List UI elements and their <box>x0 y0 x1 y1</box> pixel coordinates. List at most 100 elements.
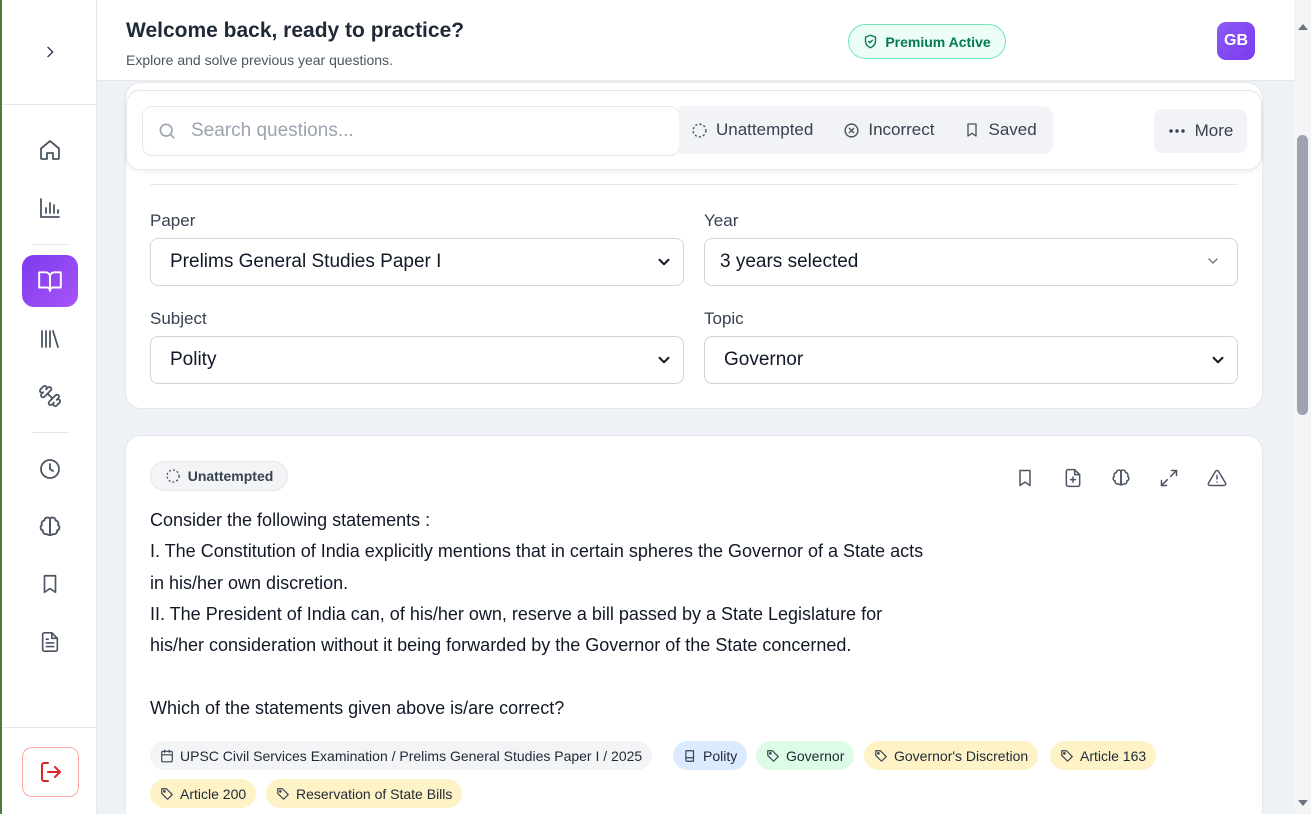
filter-saved-label: Saved <box>988 120 1037 139</box>
tag-icon <box>161 787 173 800</box>
question-text: Consider the following statements : I. T… <box>150 505 1010 724</box>
search-box[interactable] <box>142 106 680 156</box>
clock-icon <box>40 459 60 479</box>
source-tag-label: UPSC Civil Services Examination / Prelim… <box>180 747 643 764</box>
add-note-button[interactable] <box>1063 468 1085 490</box>
keyword-tag-label: Reservation of State Bills <box>296 785 453 802</box>
filter-unattempted-label: Unattempted <box>716 120 814 139</box>
sidebar-item-saved[interactable] <box>22 558 78 610</box>
premium-label: Premium Active <box>885 33 991 50</box>
keyword-tag[interactable]: Reservation of State Bills <box>266 779 463 808</box>
avatar[interactable]: GB <box>1217 22 1255 60</box>
bookmark-question-button[interactable] <box>1015 468 1037 490</box>
dashed-circle-icon <box>692 122 707 138</box>
page-scrollbar[interactable] <box>1294 0 1311 814</box>
home-icon <box>40 140 60 160</box>
search-toolbar: Unattempted Incorrect Saved More <box>126 90 1262 170</box>
tag-icon <box>767 749 779 762</box>
bookmark-icon <box>1019 469 1031 487</box>
sidebar-item-library[interactable] <box>22 313 78 365</box>
subject-label: Subject <box>150 309 207 328</box>
search-input[interactable] <box>191 120 661 142</box>
scroll-up-arrow[interactable] <box>1298 24 1308 30</box>
keyword-tag[interactable]: Article 200 <box>150 779 257 808</box>
filter-saved-button[interactable]: Saved <box>956 120 1044 140</box>
tag-icon <box>875 749 887 762</box>
topic-label: Topic <box>704 309 744 328</box>
logout-icon <box>40 762 61 782</box>
paper-select[interactable]: Prelims General Studies Paper I <box>150 238 684 286</box>
page-title: Welcome back, ready to practice? <box>126 19 465 42</box>
filter-unattempted-button[interactable]: Unattempted <box>683 120 821 140</box>
logout-button[interactable] <box>22 747 79 797</box>
question-line: Consider the following statements : <box>150 510 431 530</box>
sidebar-item-analytics[interactable] <box>22 182 78 234</box>
library-icon <box>41 330 59 348</box>
sidebar-item-notes[interactable] <box>22 616 78 668</box>
x-circle-icon <box>844 122 859 138</box>
book-icon <box>685 749 695 762</box>
question-line: Which of the statements given above is/a… <box>150 697 565 718</box>
year-select[interactable]: 3 years selected <box>704 238 1238 286</box>
alert-triangle-icon <box>1207 469 1227 487</box>
premium-badge: Premium Active <box>848 24 1006 59</box>
shield-check-icon <box>865 34 877 49</box>
tag-icon <box>1061 749 1073 762</box>
file-plus-icon <box>1065 468 1081 488</box>
more-button[interactable]: More <box>1154 109 1247 153</box>
bar-chart-icon <box>40 198 60 218</box>
subject-select[interactable]: Polity <box>150 336 684 384</box>
divider <box>150 184 1238 185</box>
more-horizontal-icon <box>1168 129 1185 133</box>
sidebar-item-home[interactable] <box>22 124 78 176</box>
chevron-down-icon <box>1212 356 1224 364</box>
dashed-circle-icon <box>166 469 180 483</box>
keyword-tag[interactable]: Governor's Discretion <box>864 741 1039 770</box>
question-line: II. The President of India can, of his/h… <box>150 603 883 624</box>
book-open-icon <box>38 271 62 292</box>
ai-explain-button[interactable] <box>1111 468 1133 490</box>
sidebar <box>0 0 97 814</box>
paper-label: Paper <box>150 211 196 230</box>
sidebar-toggle-button[interactable] <box>2 0 97 105</box>
bookmark-icon <box>43 574 57 594</box>
top-header: Welcome back, ready to practice? Explore… <box>97 0 1294 81</box>
subject-value: Polity <box>170 349 217 370</box>
keyword-tag-label: Governor's Discretion <box>894 747 1029 764</box>
scroll-down-arrow[interactable] <box>1298 800 1308 806</box>
filter-incorrect-label: Incorrect <box>868 120 935 139</box>
file-text-icon <box>41 632 59 652</box>
keyword-tag-label: Article 200 <box>180 785 247 802</box>
brain-icon <box>1112 469 1130 486</box>
chevron-down-icon <box>658 258 670 266</box>
sidebar-item-history[interactable] <box>22 443 78 495</box>
report-button[interactable] <box>1207 468 1229 490</box>
sidebar-item-ai[interactable] <box>22 501 78 553</box>
expand-icon <box>1160 469 1178 487</box>
sidebar-item-practice[interactable] <box>22 370 78 422</box>
topic-select[interactable]: Governor <box>704 336 1238 384</box>
subject-tag[interactable]: Polity <box>673 741 748 770</box>
calendar-icon <box>161 749 173 762</box>
question-line: I. The Constitution of India explicitly … <box>150 541 924 562</box>
filter-incorrect-button[interactable]: Incorrect <box>835 120 942 140</box>
chevron-right-icon <box>46 46 53 58</box>
status-label: Unattempted <box>187 468 274 484</box>
keyword-tag-label: Article 163 <box>1080 747 1147 764</box>
question-line <box>150 661 1010 692</box>
question-line: in his/her own discretion. <box>150 572 349 593</box>
chevron-down-icon <box>1208 258 1218 264</box>
more-label: More <box>1194 121 1234 140</box>
topic-tag-label: Governor <box>786 747 845 764</box>
expand-button[interactable] <box>1159 468 1181 490</box>
topic-value: Governor <box>724 349 804 370</box>
year-value: 3 years selected <box>720 251 859 272</box>
brain-icon <box>39 516 61 536</box>
bookmark-icon <box>967 123 978 137</box>
topic-tag[interactable]: Governor <box>756 741 855 770</box>
search-icon <box>159 123 175 139</box>
scroll-thumb[interactable] <box>1297 135 1308 415</box>
sidebar-item-pyq[interactable] <box>22 255 78 307</box>
dumbbell-icon <box>39 385 61 407</box>
keyword-tag[interactable]: Article 163 <box>1050 741 1157 770</box>
